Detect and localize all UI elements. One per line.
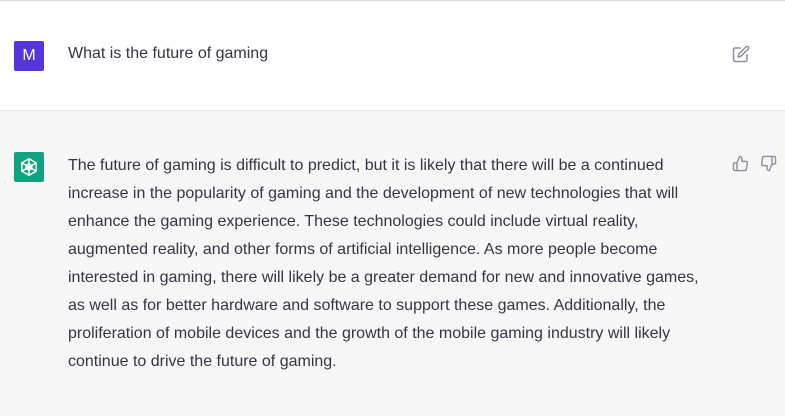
thumbs-up-icon[interactable] — [732, 155, 749, 172]
user-message-text: What is the future of gaming — [68, 45, 269, 62]
chat-page: M What is the future of gaming The futur… — [0, 0, 785, 416]
assistant-message: The future of gaming is difficult to pre… — [0, 111, 785, 416]
user-avatar: M — [14, 41, 44, 71]
user-message: M What is the future of gaming — [0, 1, 785, 111]
assistant-message-text: The future of gaming is difficult to pre… — [68, 152, 718, 376]
openai-logo-icon — [14, 152, 44, 182]
assistant-paragraph: The future of gaming is difficult to pre… — [68, 157, 699, 370]
thumbs-down-icon[interactable] — [760, 155, 777, 172]
edit-icon[interactable] — [732, 45, 750, 63]
